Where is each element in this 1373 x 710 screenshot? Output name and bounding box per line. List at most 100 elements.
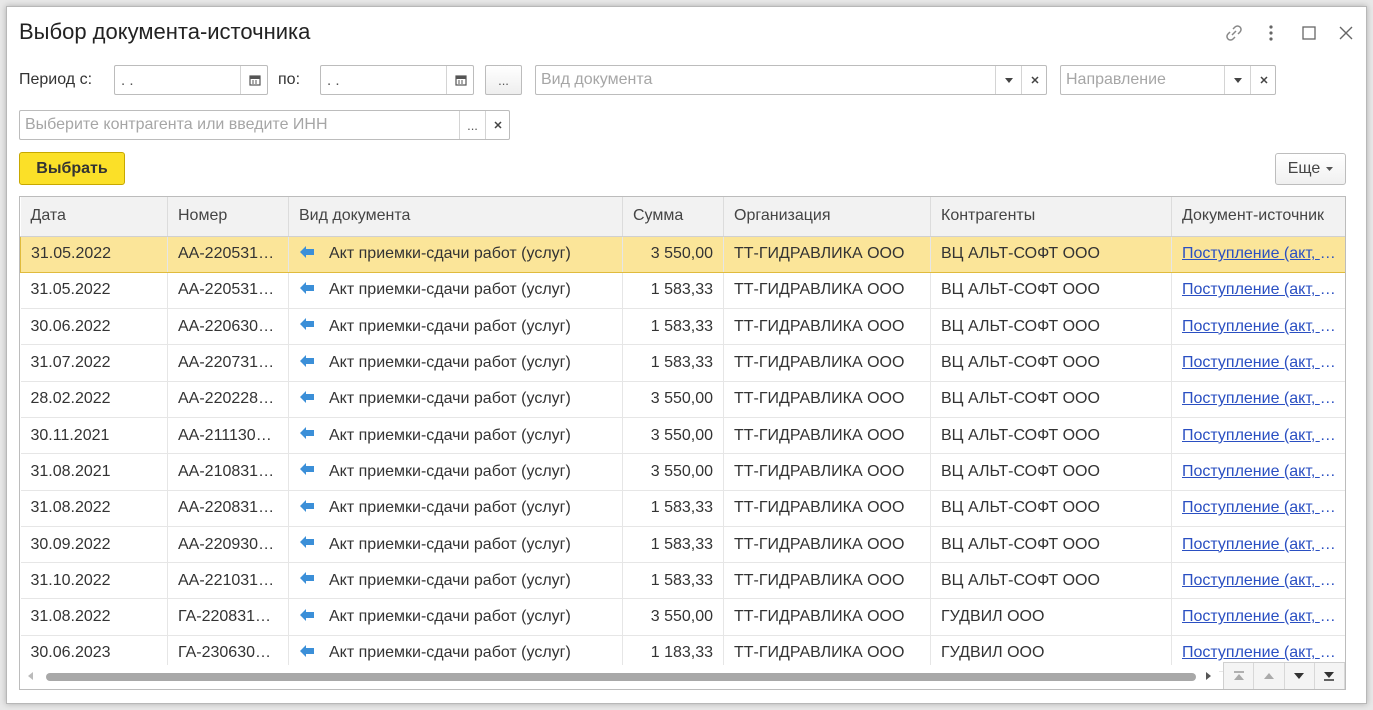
column-header-date[interactable]: Дата: [20, 197, 168, 237]
column-header-organization[interactable]: Организация: [723, 197, 931, 237]
table-row[interactable]: 31.08.2022 АА-2208310001 Акт приемки-сдачи…: [20, 490, 1345, 527]
go-down-icon[interactable]: [1285, 663, 1315, 689]
calendar-icon[interactable]: [446, 66, 474, 94]
go-first-icon[interactable]: [1224, 663, 1255, 689]
cell-source-document-link[interactable]: Поступление (акт, накладная): [1171, 381, 1345, 418]
table-row[interactable]: 31.08.2022 ГА-2208310001 Акт приемки-сдачи…: [20, 598, 1345, 636]
cell-doc-type-label: Акт приемки-сдачи работ (услуг): [329, 499, 571, 517]
clear-x-icon[interactable]: [1250, 66, 1276, 94]
close-icon[interactable]: [1333, 21, 1359, 45]
cell-date: 31.08.2022: [20, 490, 168, 527]
cell-doc-type: Акт приемки-сдачи работ (услуг): [288, 344, 623, 382]
cell-source-document-link[interactable]: Поступление (акт, накладная): [1171, 598, 1345, 636]
counterparty-select-button[interactable]: ...: [459, 111, 485, 139]
table-row[interactable]: 30.11.2021 АА-2111300001 Акт приемки-сдачи…: [20, 417, 1345, 455]
column-header-sum[interactable]: Сумма: [622, 197, 724, 237]
cell-sum: 3 550,00: [622, 598, 724, 636]
scrollbar-thumb[interactable]: [46, 673, 1196, 681]
maximize-icon[interactable]: [1296, 21, 1322, 45]
table-row[interactable]: 30.06.2022 АА-2206300001 Акт приемки-сдачи…: [20, 308, 1345, 346]
go-up-icon[interactable]: [1254, 663, 1285, 689]
scroll-left-icon[interactable]: [28, 672, 33, 680]
clear-x-icon[interactable]: [485, 111, 510, 139]
cell-sum: 1 583,33: [622, 562, 724, 600]
cell-doc-type: Акт приемки-сдачи работ (услуг): [288, 272, 623, 310]
table-row[interactable]: 30.09.2022 АА-2209300001 Акт приемки-сдачи…: [20, 526, 1345, 564]
dropdown-arrow-icon[interactable]: [995, 66, 1021, 94]
cell-source-document-link[interactable]: Поступление (акт, накладная): [1171, 490, 1345, 527]
more-button[interactable]: Еще: [1275, 153, 1346, 185]
cell-counterparty: ВЦ АЛЬТ-СОФТ ООО: [930, 526, 1172, 564]
select-button[interactable]: Выбрать: [19, 152, 125, 185]
cell-doc-type: Акт приемки-сдачи работ (услуг): [288, 490, 623, 527]
table-row[interactable]: 31.08.2021 АА-2108310001 Акт приемки-сдачи…: [20, 453, 1345, 491]
cell-doc-type-label: Акт приемки-сдачи работ (услуг): [329, 426, 571, 444]
period-select-button[interactable]: ...: [485, 65, 522, 95]
cell-source-document-link[interactable]: Поступление (акт, накладная): [1171, 344, 1345, 382]
cell-doc-type: Акт приемки-сдачи работ (услуг): [288, 526, 623, 564]
cell-source-document-link[interactable]: Поступление (акт, накладная): [1171, 308, 1345, 346]
column-header-number[interactable]: Номер: [167, 197, 289, 237]
cell-source-document-link[interactable]: Поступление (акт, накладная): [1171, 417, 1345, 455]
table-row[interactable]: 31.05.2022 АА-2205310002 Акт приемки-сдачи…: [20, 272, 1345, 310]
table-row[interactable]: 31.10.2022 АА-2210310001 Акт приемки-сдачи…: [20, 562, 1345, 600]
arrow-left-icon: [299, 644, 315, 663]
arrow-left-icon: [299, 571, 315, 590]
scroll-right-icon[interactable]: [1206, 672, 1211, 680]
cell-doc-type: Акт приемки-сдачи работ (услуг): [288, 235, 623, 273]
go-last-icon[interactable]: [1315, 663, 1345, 689]
cell-organization: ТТ-ГИДРАВЛИКА ООО: [723, 272, 931, 310]
documents-table[interactable]: Дата Номер Вид документа Сумма Организац…: [19, 196, 1346, 690]
cell-doc-type-label: Акт приемки-сдачи работ (услуг): [329, 608, 571, 626]
cell-counterparty: ВЦ АЛЬТ-СОФТ ООО: [930, 562, 1172, 600]
cell-sum: 3 550,00: [622, 453, 724, 491]
arrow-left-icon: [299, 499, 315, 518]
cell-source-document-link[interactable]: Поступление (акт, накладная): [1171, 562, 1345, 600]
dialog-window: Выбор документа-источника Период с: . . …: [6, 6, 1367, 704]
clear-x-icon[interactable]: [1021, 66, 1047, 94]
cell-date: 28.02.2022: [20, 381, 168, 418]
table-row[interactable]: 31.05.2022 АА-2205310001 Акт приемки-сдачи…: [20, 235, 1345, 273]
cell-source-document-link[interactable]: Поступление (акт, накладная): [1171, 272, 1345, 310]
cell-organization: ТТ-ГИДРАВЛИКА ООО: [723, 598, 931, 636]
cell-sum: 3 550,00: [622, 235, 724, 273]
arrow-left-icon: [299, 317, 315, 336]
cell-number: АА-2210310001: [167, 562, 289, 600]
column-header-source-document[interactable]: Документ-источник: [1171, 197, 1345, 237]
cell-source-document-link[interactable]: Поступление (акт, накладная): [1171, 453, 1345, 491]
arrow-left-icon: [299, 354, 315, 373]
table-row[interactable]: 28.02.2022 АА-2202280001 Акт приемки-сдачи…: [20, 381, 1345, 418]
table-row[interactable]: 31.07.2022 АА-2207310001 Акт приемки-сдачи…: [20, 344, 1345, 382]
cell-source-document-link[interactable]: Поступление (акт, накладная): [1171, 526, 1345, 564]
arrow-left-icon: [299, 462, 315, 481]
cell-sum: 1 583,33: [622, 490, 724, 527]
cell-counterparty: ВЦ АЛЬТ-СОФТ ООО: [930, 272, 1172, 310]
cell-counterparty: ВЦ АЛЬТ-СОФТ ООО: [930, 453, 1172, 491]
cell-counterparty: ВЦ АЛЬТ-СОФТ ООО: [930, 417, 1172, 455]
cell-doc-type: Акт приемки-сдачи работ (услуг): [288, 562, 623, 600]
cell-doc-type-label: Акт приемки-сдачи работ (услуг): [329, 462, 571, 480]
column-header-doc-type[interactable]: Вид документа: [288, 197, 623, 237]
cell-organization: ТТ-ГИДРАВЛИКА ООО: [723, 381, 931, 418]
dropdown-arrow-icon[interactable]: [1224, 66, 1250, 94]
more-vertical-icon[interactable]: [1258, 21, 1284, 45]
arrow-left-icon: [299, 608, 315, 627]
arrow-left-icon: [299, 281, 315, 300]
cell-number: ГА-2208310001: [167, 598, 289, 636]
cell-source-document-link[interactable]: Поступление (акт, накладная): [1171, 235, 1345, 273]
period-to-value: . .: [327, 72, 340, 89]
link-icon[interactable]: [1221, 21, 1247, 45]
cell-sum: 1 583,33: [622, 344, 724, 382]
calendar-icon[interactable]: [240, 66, 268, 94]
arrow-left-icon: [299, 245, 315, 264]
arrow-left-icon: [299, 426, 315, 445]
direction-field[interactable]: Направление: [1060, 65, 1276, 95]
horizontal-scrollbar[interactable]: [20, 665, 1219, 689]
doc-type-field[interactable]: Вид документа: [535, 65, 1047, 95]
period-to-field[interactable]: . .: [320, 65, 474, 95]
period-to-label: по:: [278, 71, 301, 88]
column-header-counterparty[interactable]: Контрагенты: [930, 197, 1172, 237]
period-from-field[interactable]: . .: [114, 65, 268, 95]
cell-doc-type-label: Акт приемки-сдачи работ (услуг): [329, 354, 571, 372]
counterparty-field[interactable]: Выберите контрагента или введите ИНН ...: [19, 110, 510, 140]
